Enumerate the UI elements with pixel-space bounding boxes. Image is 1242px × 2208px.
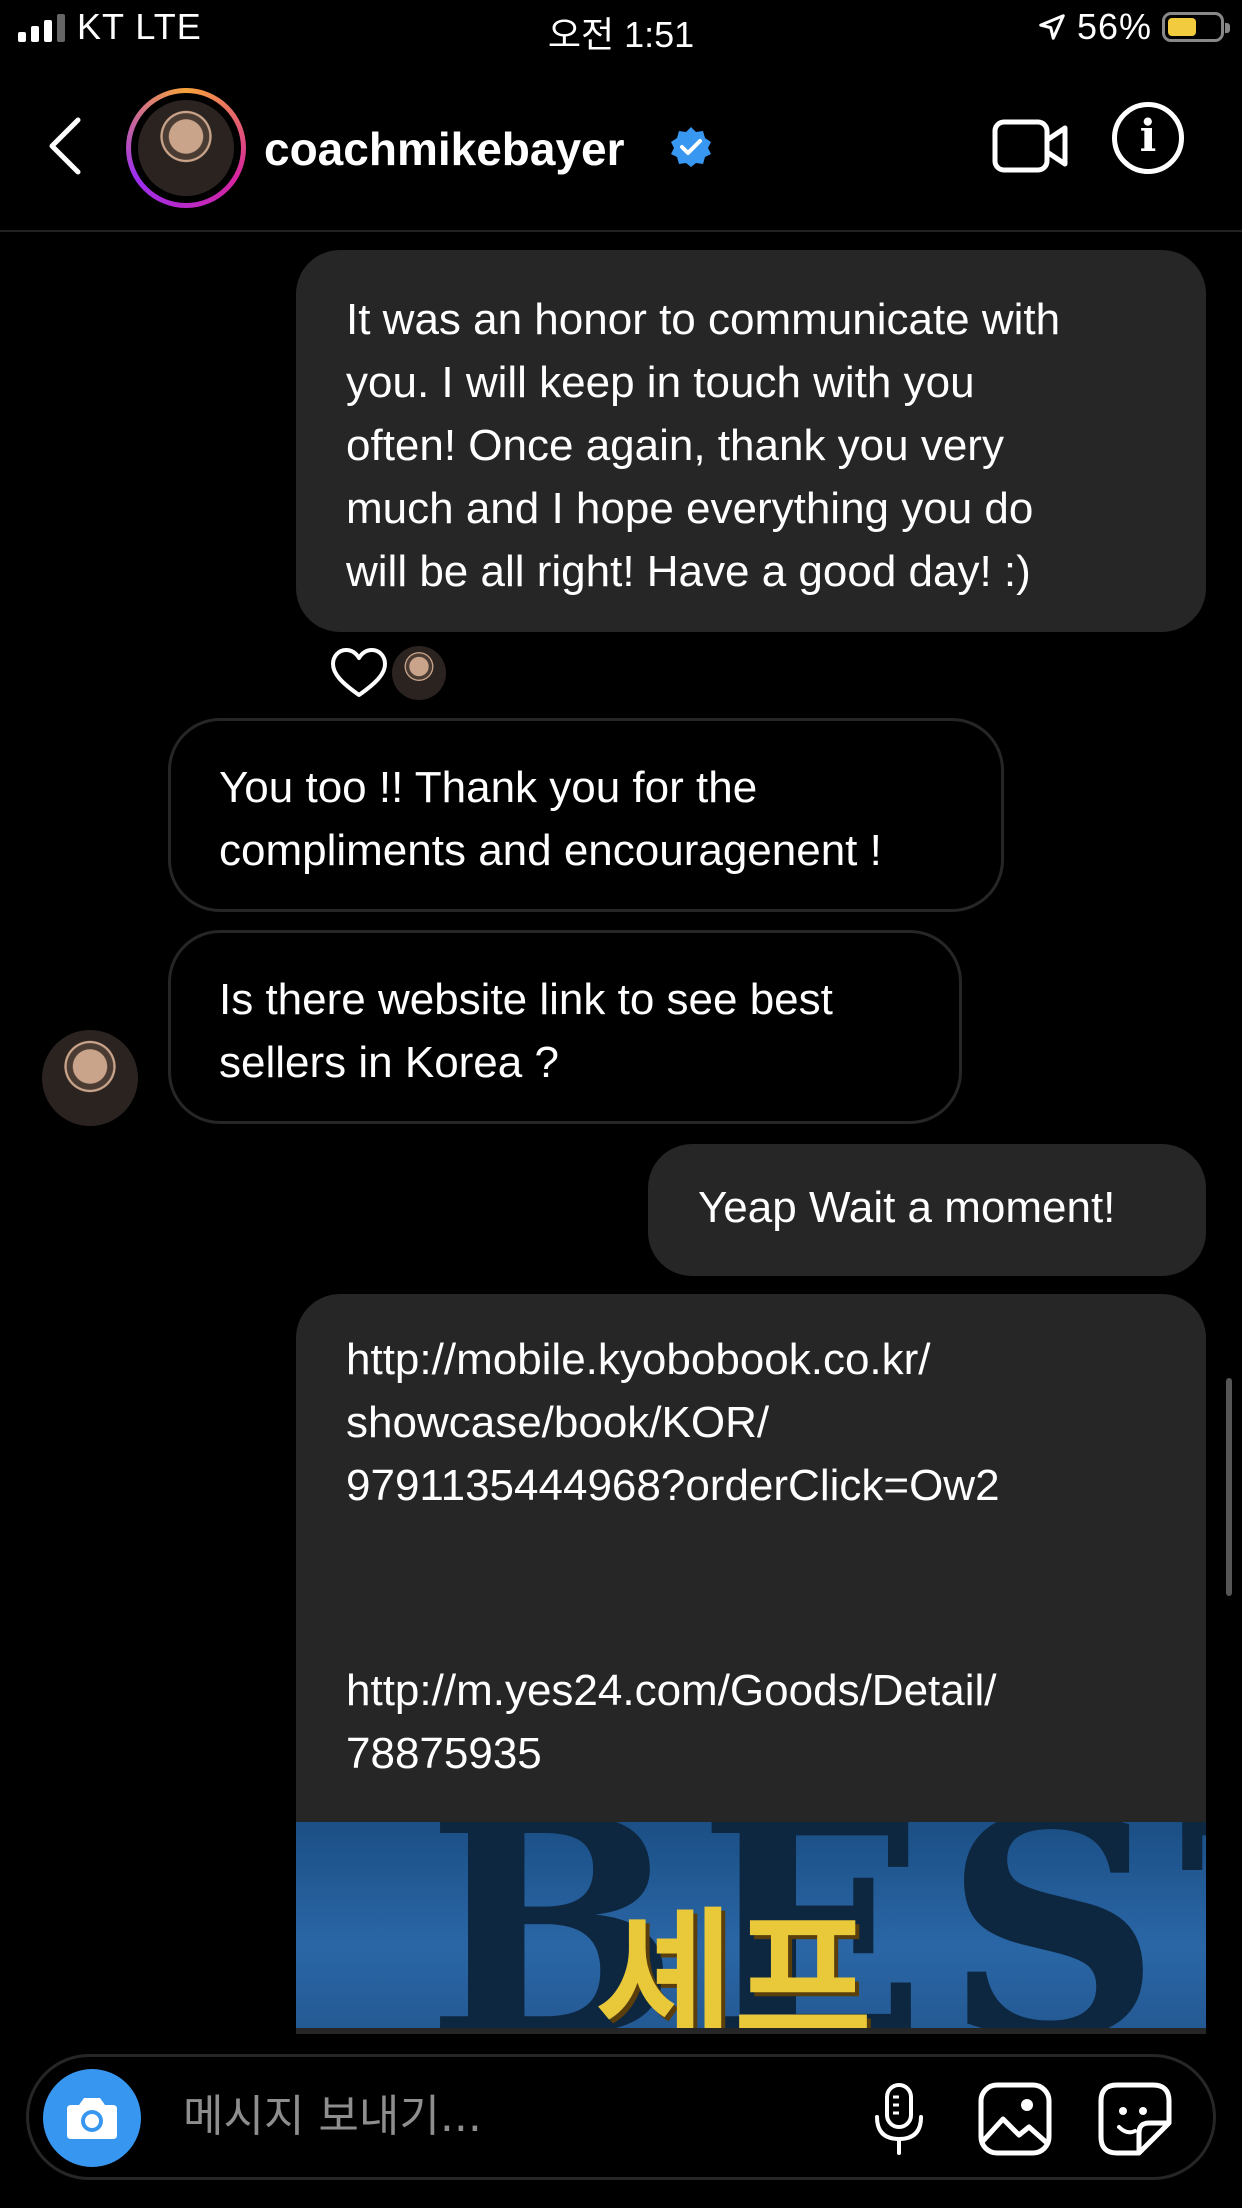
message-line: you. I will keep in touch with you	[346, 358, 975, 407]
link-text[interactable]: 78875935	[346, 1722, 1170, 1785]
back-chevron-icon[interactable]	[46, 116, 86, 176]
info-icon[interactable]: i	[1112, 102, 1184, 174]
heart-reaction-icon	[331, 648, 387, 697]
location-arrow-icon	[1039, 14, 1065, 40]
chat-username[interactable]: coachmikebayer	[264, 122, 625, 176]
link-preview-image[interactable]: BEST 셰프	[296, 1822, 1206, 2028]
message-input[interactable]	[181, 2083, 745, 2149]
message-line: often! Once again, thank you very	[346, 421, 1004, 470]
message-line: It was an honor to communicate with	[346, 295, 1061, 344]
scrollbar[interactable]	[1226, 1378, 1232, 1596]
message-line: sellers in Korea ?	[219, 1038, 559, 1087]
battery-icon	[1162, 12, 1230, 42]
camera-icon	[67, 2098, 117, 2139]
sticker-icon[interactable]	[1097, 2081, 1173, 2157]
preview-title: 셰프	[596, 1897, 873, 2028]
message-sent-thanks[interactable]: It was an honor to communicate with you.…	[296, 250, 1206, 632]
status-bar: KT LTE 오전 1:51 56%	[0, 0, 1242, 60]
reactor-avatar	[392, 646, 446, 700]
battery-percent: 56%	[1076, 6, 1152, 47]
status-right: 56%	[1037, 6, 1230, 48]
chat-header: coachmikebayer i	[0, 60, 1242, 232]
video-call-icon[interactable]	[992, 116, 1068, 176]
message-line: You too !! Thank you for the	[219, 763, 758, 812]
link-text[interactable]: http://mobile.kyobobook.co.kr/	[346, 1328, 1170, 1391]
message-reactions[interactable]	[330, 646, 446, 700]
battery-fill	[1168, 18, 1196, 36]
link-text[interactable]: 9791135444968?orderClick=Ow2	[346, 1454, 1170, 1517]
message-line: will be all right! Have a good day! :)	[346, 547, 1031, 596]
message-composer	[26, 2054, 1216, 2180]
profile-avatar[interactable]	[126, 88, 246, 208]
message-received-thanks[interactable]: You too !! Thank you for the compliments…	[168, 718, 1004, 912]
message-line: Is there website link to see best	[219, 975, 833, 1024]
verified-badge-icon	[671, 127, 711, 167]
avatar-photo	[138, 100, 234, 196]
message-received-question[interactable]: Is there website link to see best seller…	[168, 930, 962, 1124]
camera-button[interactable]	[43, 2069, 141, 2167]
message-line: much and I hope everything you do	[346, 484, 1034, 533]
message-line: compliments and encouragenent !	[219, 826, 882, 875]
microphone-icon[interactable]	[869, 2081, 929, 2157]
gallery-icon[interactable]	[977, 2081, 1053, 2157]
link-text[interactable]: showcase/book/KOR/	[346, 1391, 1170, 1454]
link-text[interactable]: http://m.yes24.com/Goods/Detail/	[346, 1659, 1170, 1722]
message-sent-wait[interactable]: Yeap Wait a moment!	[648, 1144, 1206, 1276]
sender-avatar[interactable]	[42, 1030, 138, 1126]
